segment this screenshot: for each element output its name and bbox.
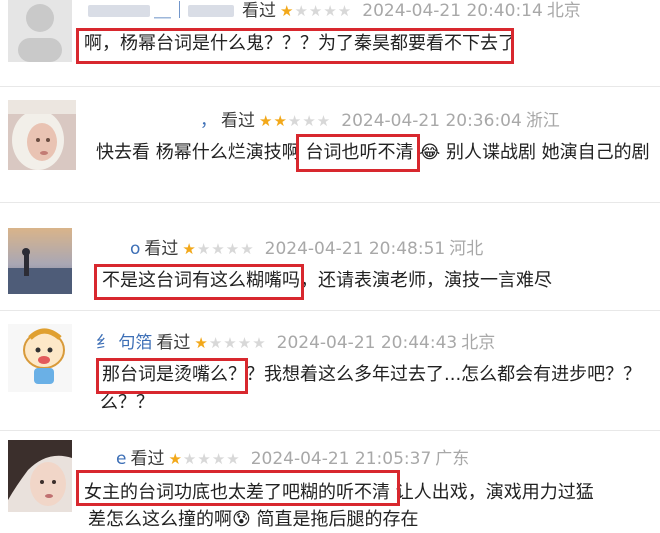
rating-stars: ★★★★★ — [194, 334, 267, 352]
username[interactable]: ， — [200, 111, 217, 131]
comment-location: 北京 — [461, 333, 496, 353]
comment-time: 2024-04-21 20:44:43 — [276, 333, 458, 353]
divider — [0, 202, 660, 203]
comment-meta: e 看过 ★★★★★ 2024-04-21 21:05:37 广东 — [116, 444, 469, 469]
watched-label: 看过 — [221, 111, 255, 131]
avatar[interactable] — [8, 324, 72, 392]
divider — [0, 310, 660, 311]
comment-location: 北京 — [546, 1, 581, 21]
avatar[interactable] — [8, 228, 72, 294]
comment-card: ＿｜ 看过 ★★★★★ 2024-04-21 20:40:14 北京 啊，杨幂台词是什么… — [0, 0, 660, 92]
watched-label: 看过 — [144, 239, 179, 259]
rating-stars: ★★★★★ — [259, 112, 332, 130]
avatar[interactable] — [8, 100, 76, 170]
cartoon-avatar-icon — [8, 324, 72, 392]
divider — [0, 430, 660, 431]
avatar[interactable] — [8, 440, 72, 512]
comment-location: 广东 — [435, 449, 470, 469]
comment-location: 浙江 — [525, 111, 560, 131]
comment-card: 纟 句箔 看过 ★★★★★ 2024-04-21 20:44:43 北京 那台词是烫嘴么… — [0, 318, 660, 428]
comment-meta: ，看过 ★★★★★ 2024-04-21 20:36:04 浙江 — [200, 106, 560, 131]
username[interactable]: e — [116, 449, 126, 469]
avatar[interactable] — [8, 0, 72, 62]
comment-card: ，看过 ★★★★★ 2024-04-21 20:36:04 浙江 快去看 杨幂什么烂演… — [0, 96, 660, 204]
highlight-box — [76, 28, 514, 64]
highlight-box — [94, 264, 304, 300]
watched-label: 看过 — [242, 1, 276, 21]
comment-meta: ＿｜ 看过 ★★★★★ 2024-04-21 20:40:14 北京 — [88, 0, 581, 21]
laugh-emoji-icon: 😂 — [419, 142, 441, 163]
username-blur — [88, 5, 150, 17]
default-avatar-icon — [8, 0, 72, 62]
username[interactable]: o — [130, 239, 140, 259]
highlight-box — [296, 134, 420, 172]
comment-meta: o 看过 ★★★★★ 2024-04-21 20:48:51 河北 — [130, 234, 483, 259]
comment-time: 2024-04-21 20:36:04 — [341, 111, 522, 131]
avatar-photo-icon — [8, 228, 72, 294]
highlight-box — [76, 470, 400, 506]
highlight-box — [96, 358, 248, 394]
comment-card: e 看过 ★★★★★ 2024-04-21 21:05:37 广东 女主的台词功底也太差… — [0, 436, 660, 530]
avatar-photo-icon — [8, 440, 72, 512]
comment-time: 2024-04-21 20:48:51 — [264, 239, 446, 259]
comment-meta: 纟 句箔 看过 ★★★★★ 2024-04-21 20:44:43 北京 — [96, 328, 495, 353]
comment-location: 河北 — [449, 239, 484, 259]
comment-text-line2: 差怎么这么撞的啊😰 简直是拖后腿的存在 — [88, 509, 419, 530]
rating-stars: ★★★★★ — [168, 450, 241, 468]
divider — [0, 86, 660, 87]
comment-time: 2024-04-21 21:05:37 — [250, 449, 432, 469]
username[interactable]: ＿｜ — [154, 1, 188, 21]
avatar-photo-icon — [8, 100, 76, 170]
username[interactable]: 纟 句箔 — [96, 333, 152, 353]
watched-label: 看过 — [130, 449, 165, 469]
comment-time: 2024-04-21 20:40:14 — [362, 1, 543, 21]
comment-card: o 看过 ★★★★★ 2024-04-21 20:48:51 河北 不是这台词有这么糊嘴… — [0, 214, 660, 306]
watched-label: 看过 — [156, 333, 191, 353]
rating-stars: ★★★★★ — [182, 240, 255, 258]
rating-stars: ★★★★★ — [280, 2, 353, 20]
